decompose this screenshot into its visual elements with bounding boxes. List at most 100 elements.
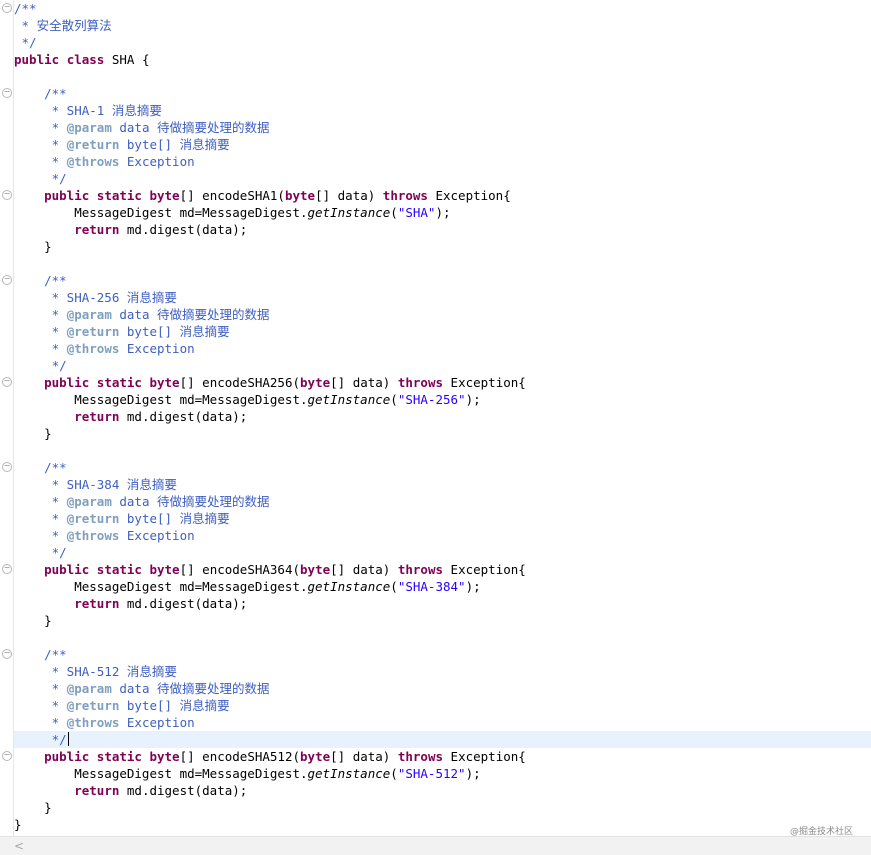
code-line[interactable]: * @throws Exception [14, 714, 871, 731]
code-line[interactable]: */ [14, 731, 871, 748]
code-token: /** [14, 1, 37, 16]
code-token: * [14, 681, 67, 696]
fold-toggle-icon[interactable] [2, 3, 12, 13]
code-area[interactable]: /** * 安全散列算法 */public class SHA { /** * … [2, 0, 871, 833]
code-line[interactable]: * @param data 待做摘要处理的数据 [14, 119, 871, 136]
code-line[interactable] [14, 629, 871, 646]
code-line[interactable]: * @return byte[] 消息摘要 [14, 136, 871, 153]
code-line[interactable]: * @return byte[] 消息摘要 [14, 697, 871, 714]
code-token: * SHA-1 消息摘要 [14, 103, 162, 118]
code-line[interactable]: public static byte[] encodeSHA512(byte[]… [2, 748, 871, 765]
code-token: byte [149, 749, 180, 764]
code-line[interactable]: * @param data 待做摘要处理的数据 [14, 306, 871, 323]
code-token: [] data) [330, 375, 398, 390]
code-token: [] encodeSHA364( [179, 562, 301, 577]
code-token: /** [44, 460, 67, 475]
code-token: "SHA-512" [397, 766, 466, 781]
code-token: "SHA-384" [397, 579, 466, 594]
code-line[interactable]: * @return byte[] 消息摘要 [14, 510, 871, 527]
code-token: @throws [66, 341, 120, 356]
code-line[interactable]: * SHA-384 消息摘要 [14, 476, 871, 493]
code-line[interactable] [14, 255, 871, 272]
code-token: static [96, 562, 142, 577]
code-token: * [14, 137, 67, 152]
code-line[interactable]: } [14, 238, 871, 255]
code-line[interactable]: return md.digest(data); [14, 221, 871, 238]
code-token: data 待做摘要处理的数据 [111, 120, 270, 135]
fold-toggle-icon[interactable] [2, 564, 12, 574]
editor-gutter[interactable] [0, 0, 14, 836]
code-line[interactable]: MessageDigest md=MessageDigest.getInstan… [14, 765, 871, 782]
code-line[interactable]: * @param data 待做摘要处理的数据 [14, 493, 871, 510]
code-line[interactable]: } [14, 612, 871, 629]
code-line[interactable]: * SHA-512 消息摘要 [14, 663, 871, 680]
code-line[interactable]: return md.digest(data); [14, 408, 871, 425]
code-token: byte [300, 749, 331, 764]
code-line[interactable]: /** [2, 0, 871, 17]
code-token: @param [66, 494, 112, 509]
fold-toggle-icon[interactable] [2, 377, 12, 387]
code-line[interactable] [14, 442, 871, 459]
fold-toggle-icon[interactable] [2, 190, 12, 200]
code-token: } [14, 613, 52, 628]
code-editor[interactable]: /** * 安全散列算法 */public class SHA { /** * … [0, 0, 871, 836]
fold-toggle-icon[interactable] [2, 649, 12, 659]
code-line[interactable]: * @throws Exception [14, 340, 871, 357]
code-line[interactable]: * @param data 待做摘要处理的数据 [14, 680, 871, 697]
code-line[interactable]: * @throws Exception [14, 153, 871, 170]
fold-toggle-icon[interactable] [2, 462, 12, 472]
code-line[interactable]: MessageDigest md=MessageDigest.getInstan… [14, 391, 871, 408]
code-token: [] encodeSHA1( [179, 188, 285, 203]
code-line[interactable]: */ [14, 544, 871, 561]
code-line[interactable]: public static byte[] encodeSHA1(byte[] d… [2, 187, 871, 204]
code-line[interactable]: /** [2, 85, 871, 102]
code-line[interactable]: */ [14, 34, 871, 51]
code-line[interactable]: /** [2, 646, 871, 663]
code-token: SHA { [104, 52, 150, 67]
code-line[interactable]: MessageDigest md=MessageDigest.getInstan… [14, 578, 871, 595]
code-line[interactable]: } [14, 799, 871, 816]
code-token: Exception [119, 154, 195, 169]
code-token: */ [14, 545, 67, 560]
code-line[interactable] [14, 68, 871, 85]
code-line[interactable]: */ [14, 357, 871, 374]
code-line[interactable]: } [14, 816, 871, 833]
code-line[interactable]: public static byte[] encodeSHA256(byte[]… [2, 374, 871, 391]
code-line[interactable]: public static byte[] encodeSHA364(byte[]… [2, 561, 871, 578]
code-line[interactable]: * SHA-1 消息摘要 [14, 102, 871, 119]
code-token: byte[] 消息摘要 [119, 324, 230, 339]
code-token: md.digest(data); [119, 783, 248, 798]
code-line[interactable]: /** [2, 272, 871, 289]
code-line[interactable]: * @throws Exception [14, 527, 871, 544]
horizontal-scrollbar[interactable]: < [0, 836, 871, 855]
code-token: * 安全散列算法 [14, 18, 112, 33]
code-line[interactable]: /** [2, 459, 871, 476]
code-token: [] data) [330, 562, 398, 577]
code-line[interactable]: public class SHA { [14, 51, 871, 68]
fold-toggle-icon[interactable] [2, 88, 12, 98]
code-line[interactable]: */ [14, 170, 871, 187]
code-token: @param [66, 681, 112, 696]
code-line[interactable]: MessageDigest md=MessageDigest.getInstan… [14, 204, 871, 221]
fold-toggle-icon[interactable] [2, 751, 12, 761]
code-line[interactable]: return md.digest(data); [14, 595, 871, 612]
code-line[interactable]: * @return byte[] 消息摘要 [14, 323, 871, 340]
code-token: Exception [119, 528, 195, 543]
code-line[interactable]: * 安全散列算法 [14, 17, 871, 34]
code-token: Exception [119, 341, 195, 356]
code-token: } [14, 239, 52, 254]
code-token: * SHA-512 消息摘要 [14, 664, 177, 679]
code-token: data 待做摘要处理的数据 [111, 494, 270, 509]
code-line[interactable]: * SHA-256 消息摘要 [14, 289, 871, 306]
code-line[interactable]: } [14, 425, 871, 442]
scroll-left-arrow-icon[interactable]: < [14, 838, 26, 854]
fold-toggle-icon[interactable] [2, 275, 12, 285]
code-line[interactable]: return md.digest(data); [14, 782, 871, 799]
